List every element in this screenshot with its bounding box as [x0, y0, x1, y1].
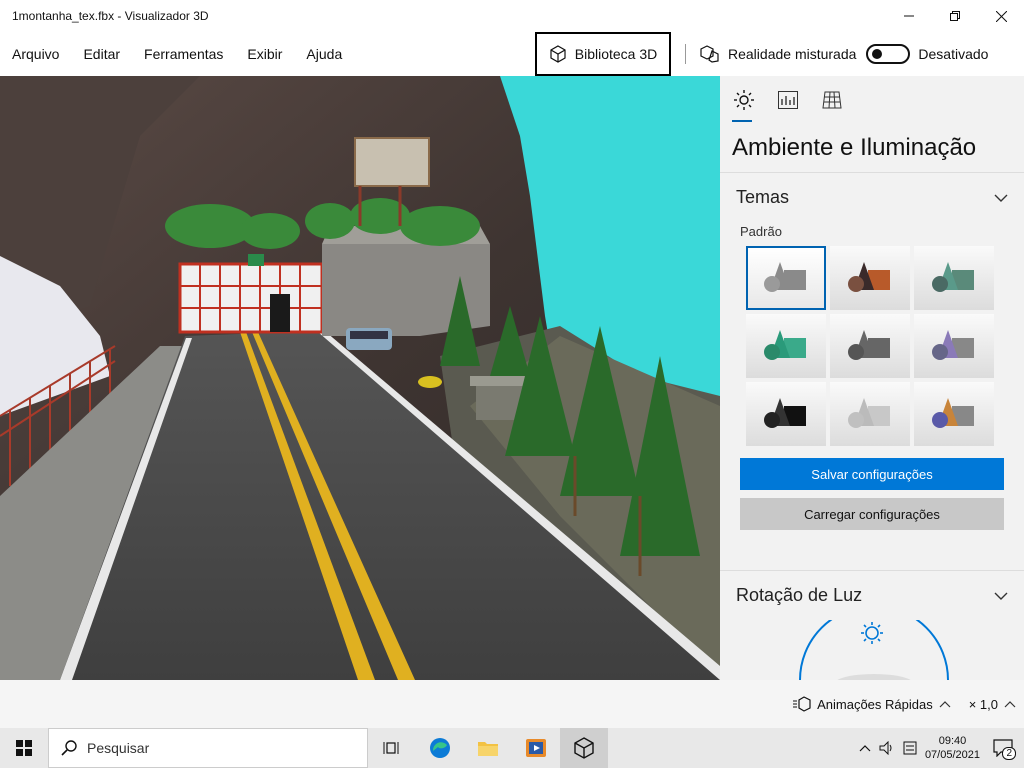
chevron-up-icon: [939, 701, 951, 708]
clock[interactable]: 09:40 07/05/2021: [925, 734, 980, 762]
theme-option[interactable]: [746, 382, 826, 446]
media-player-icon: [526, 739, 546, 757]
theme-preview-icon: [764, 330, 806, 360]
theme-option[interactable]: [830, 314, 910, 378]
search-placeholder: Pesquisar: [87, 740, 150, 756]
light-rotation-label: Rotação de Luz: [736, 585, 863, 605]
theme-preview-icon: [848, 330, 890, 360]
clock-date: 07/05/2021: [924, 749, 980, 761]
stats-icon: [778, 91, 798, 109]
load-settings-button[interactable]: Carregar configurações: [740, 498, 1004, 530]
theme-option[interactable]: [746, 246, 826, 310]
theme-preview-icon: [932, 262, 974, 292]
notifications-count: 2: [1002, 747, 1016, 760]
theme-option[interactable]: [830, 382, 910, 446]
folder-icon: [478, 742, 498, 756]
task-view-icon: [383, 742, 399, 754]
menu-ajuda[interactable]: Ajuda: [294, 32, 354, 76]
status-bar: Animações Rápidas × 1,0: [0, 680, 1024, 728]
theme-option[interactable]: [914, 382, 994, 446]
title-bar: 1montanha_tex.fbx - Visualizador 3D: [0, 0, 1024, 32]
theme-preview-icon: [932, 398, 974, 428]
clock-time: 09:40: [938, 735, 967, 747]
library-3d-label: Biblioteca 3D: [574, 46, 658, 62]
mixed-reality-label: Realidade misturada: [728, 46, 857, 62]
scene-render: [0, 76, 720, 680]
taskbar: Pesquisar 09:40 07/05/2021 2: [0, 728, 1024, 768]
themes-section-header[interactable]: Temas: [720, 172, 1024, 222]
menu-bar: Arquivo Editar Ferramentas Exibir Ajuda …: [0, 32, 1024, 76]
theme-preview-icon: [848, 398, 890, 428]
menu-arquivo[interactable]: Arquivo: [0, 32, 71, 76]
menu-editar[interactable]: Editar: [71, 32, 132, 76]
mixed-reality-toggle[interactable]: [866, 44, 911, 64]
close-button[interactable]: [978, 0, 1024, 32]
theme-option[interactable]: [914, 314, 994, 378]
cube-icon: [550, 45, 566, 63]
sun-handle-icon: [861, 622, 883, 644]
file-explorer-button[interactable]: [464, 728, 512, 768]
volume-icon[interactable]: [879, 741, 895, 755]
theme-option[interactable]: [914, 246, 994, 310]
light-rotation-dial[interactable]: [720, 605, 1024, 680]
notifications-button[interactable]: 2: [988, 736, 1018, 760]
environment-panel: Ambiente e Iluminação Temas Padrão Salva…: [720, 76, 1024, 680]
edge-icon: [430, 738, 450, 758]
tab-grid[interactable]: [820, 88, 844, 112]
window-title: 1montanha_tex.fbx - Visualizador 3D: [12, 9, 209, 23]
search-icon: [61, 740, 77, 756]
3d-viewer-icon: [574, 737, 594, 759]
theme-group-label: Padrão: [740, 224, 782, 239]
ime-icon[interactable]: [903, 741, 917, 755]
menu-divider: [685, 44, 686, 64]
menu-exibir[interactable]: Exibir: [235, 32, 294, 76]
edge-button[interactable]: [416, 728, 464, 768]
windows-icon: [16, 740, 32, 756]
mixed-reality-icon: [700, 45, 719, 63]
panel-tabs: [720, 76, 1024, 122]
mixed-reality-group: Realidade misturada Desativado: [700, 32, 988, 76]
3d-viewer-button[interactable]: [560, 728, 608, 768]
animations-dropdown[interactable]: Animações Rápidas: [793, 696, 951, 712]
menu-ferramentas[interactable]: Ferramentas: [132, 32, 235, 76]
tab-lighting[interactable]: [732, 88, 756, 122]
theme-option[interactable]: [746, 314, 826, 378]
save-settings-button[interactable]: Salvar configurações: [740, 458, 1004, 490]
speed-label: × 1,0: [968, 696, 998, 712]
chevron-down-icon: [994, 194, 1008, 202]
restore-icon: [950, 11, 960, 21]
library-3d-button[interactable]: Biblioteca 3D: [535, 32, 671, 76]
close-icon: [995, 10, 1007, 22]
chevron-up-icon[interactable]: [859, 744, 871, 752]
panel-title: Ambiente e Iluminação: [732, 134, 977, 161]
theme-preview-icon: [764, 398, 806, 428]
chevron-up-icon: [1004, 701, 1016, 708]
minimize-button[interactable]: [886, 0, 932, 32]
3d-viewport[interactable]: [0, 76, 720, 680]
theme-grid: [720, 246, 1024, 446]
themes-label: Temas: [736, 187, 790, 207]
animation-icon: [793, 696, 811, 712]
media-player-button[interactable]: [512, 728, 560, 768]
minimize-icon: [904, 15, 914, 17]
theme-option[interactable]: [830, 246, 910, 310]
chevron-down-icon: [994, 592, 1008, 600]
theme-preview-icon: [848, 262, 890, 292]
sun-icon: [734, 90, 754, 110]
theme-preview-icon: [932, 330, 974, 360]
system-tray: 09:40 07/05/2021 2: [859, 728, 1024, 768]
tab-stats[interactable]: [776, 88, 800, 112]
taskbar-search[interactable]: Pesquisar: [48, 728, 368, 768]
speed-dropdown[interactable]: × 1,0: [969, 697, 1016, 712]
start-button[interactable]: [0, 728, 48, 768]
mixed-reality-state: Desativado: [918, 46, 989, 62]
theme-preview-icon: [764, 262, 806, 292]
animations-label: Animações Rápidas: [817, 696, 933, 712]
grid-icon: [822, 91, 842, 109]
light-rotation-section-header[interactable]: Rotação de Luz: [720, 570, 1024, 620]
task-view-button[interactable]: [368, 728, 416, 768]
restore-button[interactable]: [932, 0, 978, 32]
